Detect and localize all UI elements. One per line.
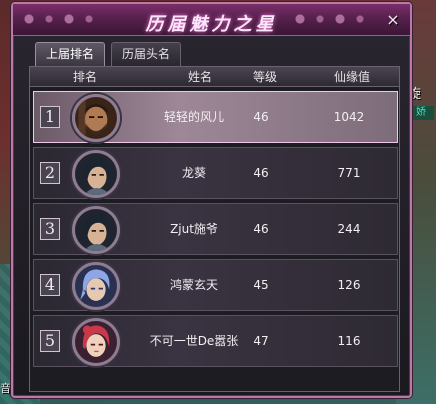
close-button[interactable]: × [384,11,402,29]
table-header: 排名 姓名 等级 仙缘值 [30,67,399,87]
table-row[interactable]: 5 不可一世De嚣张 47 116 [33,315,398,367]
player-charm: 771 [337,166,361,180]
avatar-red-haired-female-icon [72,318,120,366]
player-level: 46 [253,166,269,180]
tab-past-champions[interactable]: 历届头名 [111,42,182,66]
header-rank: 排名 [72,70,97,84]
avatar-bearded-warrior-icon [72,94,120,142]
player-level: 46 [253,110,269,124]
ranking-panel: 排名 姓名 等级 仙缘值 1 轻轻的风儿 46 1042 2 龙葵 46 771… [29,66,400,392]
rank-number: 5 [40,330,60,352]
window-title: 历届魅力之星 [145,14,278,35]
rank-number: 2 [40,162,60,184]
header-charm: 仙缘值 [333,70,370,84]
avatar-blue-haired-youth-icon [72,262,120,310]
table-row[interactable]: 1 轻轻的风儿 46 1042 [33,91,398,143]
player-charm: 116 [337,334,361,348]
rank-number: 3 [40,218,60,240]
title-bar[interactable]: 历届魅力之星 × [13,4,410,36]
player-level: 47 [253,334,269,348]
tab-last-ranking[interactable]: 上届排名 [35,42,106,66]
player-level: 46 [253,222,269,236]
background-chat-text: 音 [0,382,11,395]
table-row[interactable]: 2 龙葵 46 771 [33,147,398,199]
table-row[interactable]: 3 Zjut施爷 46 244 [33,203,398,255]
player-level: 45 [253,278,269,292]
header-level: 等级 [252,70,277,84]
rank-number: 1 [40,106,60,128]
table-row[interactable]: 4 鸿蒙玄天 45 126 [33,259,398,311]
avatar-dark-haired-male-icon [72,206,120,254]
charm-ranking-window: 历届魅力之星 × 上届排名 历届头名 排名 姓名 等级 仙缘值 1 轻轻的风儿 … [11,2,412,398]
player-charm: 126 [337,278,361,292]
ranking-rows: 1 轻轻的风儿 46 1042 2 龙葵 46 771 3 Zjut施爷 46 … [33,91,398,371]
rank-number: 4 [40,274,60,296]
avatar-dark-haired-male-icon [72,150,120,198]
ranking-tabs: 上届排名 历届头名 [35,42,182,66]
player-charm: 244 [337,222,361,236]
player-charm: 1042 [333,110,365,124]
